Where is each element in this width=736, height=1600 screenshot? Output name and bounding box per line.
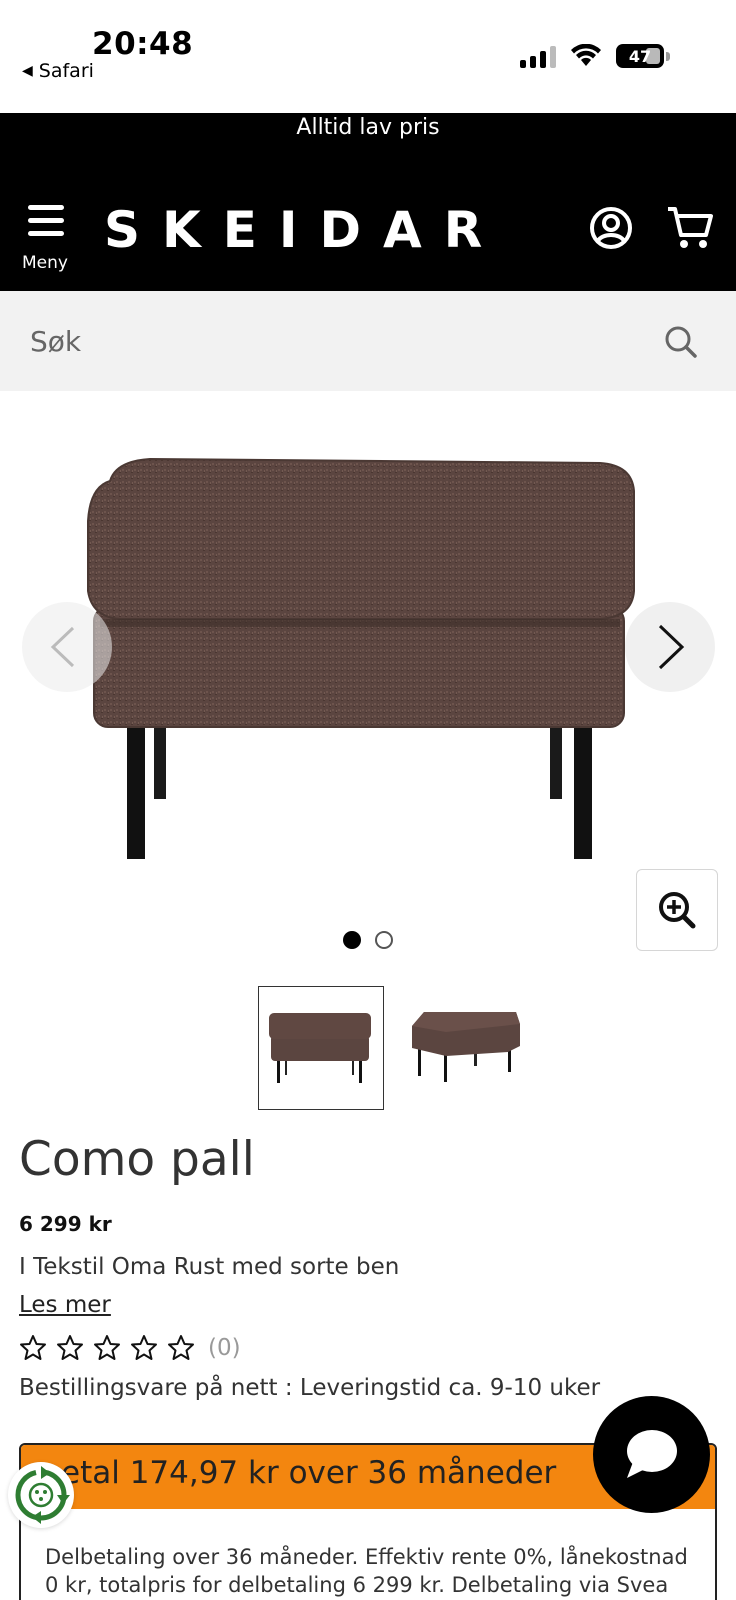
page: 20:48 ◀ Safari 47 Alltid lav pris Meny S… (0, 0, 736, 1600)
wifi-icon (571, 44, 601, 66)
status-time: 20:48 (92, 26, 194, 62)
financing-terms: Delbetaling over 36 måneder. Effektiv re… (45, 1545, 688, 1597)
back-to-app-link[interactable]: ◀ Safari (22, 60, 94, 82)
product-rating[interactable]: (0) (19, 1334, 241, 1361)
thumbnail-1[interactable] (258, 986, 384, 1110)
chevron-right-icon (658, 624, 685, 670)
recycle-icon (15, 1466, 70, 1524)
star-outline-icon (168, 1335, 194, 1360)
delivery-info: Bestillingsvare på nett : Leveringstid c… (19, 1375, 601, 1401)
skeidar-logo[interactable]: SKEIDAR (104, 201, 504, 259)
search-bar (0, 291, 736, 391)
status-bar: 20:48 ◀ Safari 47 (0, 0, 736, 113)
star-outline-icon (131, 1335, 157, 1360)
back-triangle-icon: ◀ (22, 63, 33, 79)
gallery-next-button[interactable] (625, 602, 715, 692)
star-outline-icon (57, 1335, 83, 1360)
gallery-dot-1[interactable] (343, 931, 361, 949)
product-price: 6 299 kr (19, 1212, 112, 1236)
cart-icon[interactable] (666, 205, 714, 251)
search-input[interactable] (30, 316, 630, 366)
back-app-label: Safari (38, 60, 94, 82)
search-icon[interactable] (664, 325, 698, 359)
sustainability-badge[interactable] (8, 1462, 74, 1528)
gallery-dot-2[interactable] (375, 931, 393, 949)
thumbnail-strip (258, 986, 524, 1110)
rating-count: (0) (208, 1334, 241, 1361)
star-outline-icon (20, 1335, 46, 1360)
product-title: Como pall (19, 1132, 255, 1187)
cellular-signal-icon (520, 44, 556, 68)
header-tagline: Alltid lav pris (296, 115, 440, 140)
site-header: Alltid lav pris Meny SKEIDAR (0, 113, 736, 291)
account-icon[interactable] (588, 205, 634, 251)
product-image[interactable] (80, 421, 660, 891)
product-gallery (0, 391, 736, 971)
chat-button[interactable] (593, 1396, 710, 1513)
financing-headline: etal 174,97 kr over 36 måneder (61, 1455, 557, 1491)
product-variant: I Tekstil Oma Rust med sorte ben (19, 1254, 400, 1280)
battery-icon: 47 (616, 44, 664, 68)
thumbnail-2[interactable] (398, 986, 524, 1110)
gallery-pagination (0, 931, 736, 949)
menu-label: Meny (22, 253, 68, 273)
star-outline-icon (94, 1335, 120, 1360)
status-icons: 47 (520, 44, 670, 68)
chevron-left-icon (50, 626, 75, 668)
menu-button[interactable]: Meny (22, 205, 70, 275)
battery-level: 47 (628, 46, 652, 66)
chat-bubble-icon (627, 1430, 677, 1478)
read-more-link[interactable]: Les mer (19, 1292, 111, 1318)
gallery-prev-button[interactable] (22, 602, 112, 692)
